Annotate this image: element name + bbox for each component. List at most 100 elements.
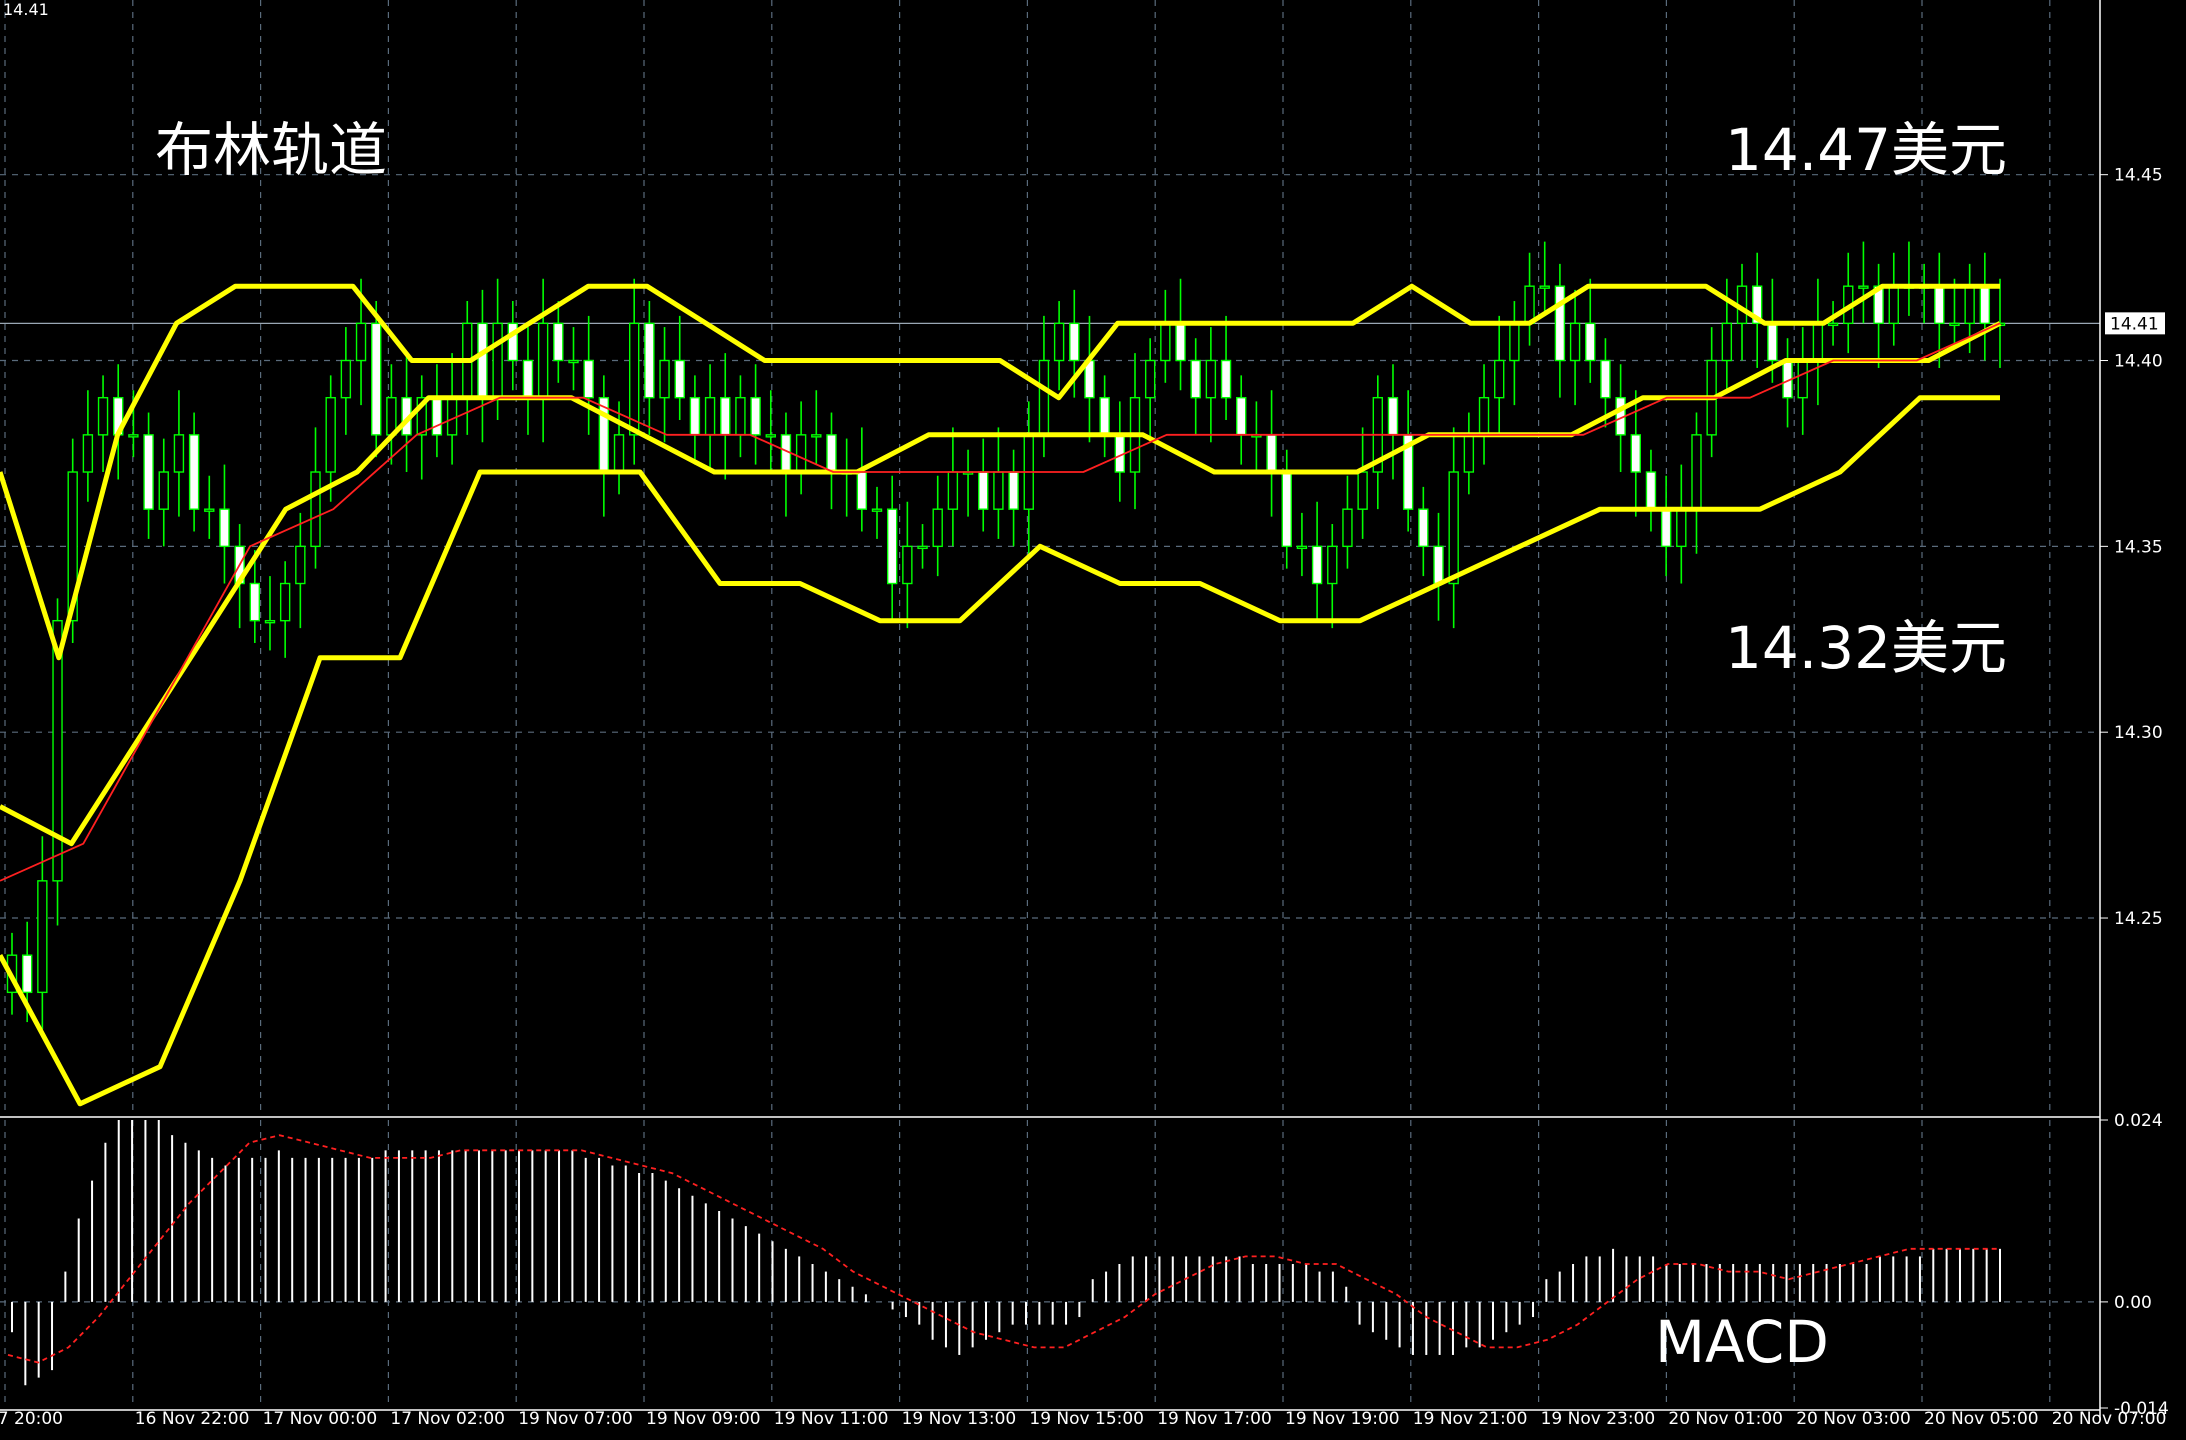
candle-body bbox=[264, 619, 276, 624]
chart-svg: 布林轨道 14.47美元 14.32美元 14.41 MACD 7 20:00 1… bbox=[0, 0, 2186, 1440]
candle-body bbox=[704, 396, 716, 436]
x-tick-label: 16 Nov 22:00 bbox=[135, 1409, 250, 1429]
candle-body bbox=[735, 396, 746, 436]
macd-y-tick-label: 0.024 bbox=[2114, 1111, 2163, 1131]
x-tick-label: 19 Nov 17:00 bbox=[1157, 1409, 1272, 1429]
candle-body bbox=[1387, 396, 1399, 436]
candle-body bbox=[537, 322, 549, 399]
y-tick-label: 14.35 bbox=[2114, 537, 2163, 557]
candle-body bbox=[1175, 322, 1186, 362]
x-tick-label: 19 Nov 21:00 bbox=[1413, 1409, 1528, 1429]
candle-body bbox=[871, 508, 883, 512]
candle-body bbox=[1266, 434, 1277, 473]
y-tick-label: 14.25 bbox=[2114, 909, 2163, 929]
top-left-price: 14.41 bbox=[3, 0, 49, 19]
x-tick-label: 19 Nov 09:00 bbox=[646, 1409, 761, 1429]
candle-body bbox=[1797, 359, 1808, 399]
candle-body bbox=[431, 396, 443, 436]
macd-y-tick-label: -0.014 bbox=[2114, 1399, 2169, 1419]
candle-body bbox=[765, 434, 776, 438]
candle-body bbox=[1827, 322, 1839, 327]
candle-body bbox=[371, 322, 382, 436]
candle-body bbox=[1357, 471, 1368, 510]
annotation-upper-price: 14.47美元 bbox=[1725, 116, 2007, 184]
candle-body bbox=[553, 322, 564, 362]
candle-body bbox=[340, 359, 352, 399]
candle-body bbox=[659, 359, 670, 399]
candle-body bbox=[522, 359, 534, 399]
candle-body bbox=[674, 359, 685, 399]
y-tick-label: 14.45 bbox=[2114, 166, 2163, 186]
candle-body bbox=[1236, 396, 1247, 436]
candle-body bbox=[1660, 508, 1672, 548]
candle-body bbox=[826, 434, 837, 473]
candle-body bbox=[856, 471, 868, 510]
candle-body bbox=[97, 396, 109, 436]
x-tick-label: 19 Nov 13:00 bbox=[902, 1409, 1017, 1429]
candle-body bbox=[1645, 471, 1657, 510]
x-tick-label: 17 Nov 02:00 bbox=[390, 1409, 505, 1429]
candle-body bbox=[1569, 322, 1581, 362]
candle-body bbox=[1630, 434, 1641, 473]
macd-y-tick-label: 0.00 bbox=[2114, 1293, 2152, 1313]
candle-body bbox=[1144, 359, 1156, 399]
candle-body bbox=[295, 545, 306, 585]
candle-body bbox=[978, 471, 989, 510]
candle-body bbox=[1494, 359, 1505, 399]
candle-body bbox=[689, 396, 701, 436]
candle-body bbox=[249, 582, 261, 622]
x-tick-label: 19 Nov 07:00 bbox=[518, 1409, 633, 1429]
candle-body bbox=[1433, 545, 1444, 585]
candle-body bbox=[128, 434, 139, 438]
candle-body bbox=[917, 545, 928, 550]
candle-body bbox=[932, 508, 943, 548]
candle-body bbox=[720, 396, 731, 436]
y-tick-label: 14.30 bbox=[2114, 723, 2163, 743]
y-tick-label: 14.40 bbox=[2114, 352, 2163, 372]
current-price-label: 14.41 bbox=[2110, 314, 2159, 334]
candle-body bbox=[568, 359, 579, 364]
candle-body bbox=[1509, 322, 1520, 362]
candle-body bbox=[1190, 359, 1201, 399]
candle-body bbox=[1858, 285, 1869, 289]
candle-body bbox=[446, 396, 458, 436]
candle-body bbox=[993, 471, 1004, 510]
candle-body bbox=[173, 434, 185, 473]
candle-body bbox=[902, 545, 913, 585]
candle-body bbox=[1478, 396, 1490, 436]
candle-body bbox=[1099, 396, 1110, 436]
candle-body bbox=[947, 471, 959, 510]
candle-body bbox=[1448, 471, 1459, 585]
candle-body bbox=[1069, 322, 1080, 362]
candle-body bbox=[1220, 359, 1232, 399]
candle-body bbox=[1979, 285, 1991, 325]
candle-body bbox=[1205, 359, 1217, 399]
candle-body bbox=[1296, 545, 1308, 550]
candle-body bbox=[492, 322, 503, 399]
candle-body bbox=[1053, 322, 1065, 362]
annotation-title: 布林轨道 bbox=[155, 116, 387, 184]
x-tick-label: 20 Nov 05:00 bbox=[1924, 1409, 2039, 1429]
candle-body bbox=[1554, 285, 1566, 362]
x-tick-label: 19 Nov 11:00 bbox=[774, 1409, 889, 1429]
candle-body bbox=[355, 322, 367, 362]
candle-body bbox=[1311, 545, 1323, 585]
candle-body bbox=[82, 434, 94, 473]
candle-body bbox=[1585, 322, 1596, 362]
annotation-lower-price: 14.32美元 bbox=[1725, 614, 2007, 682]
candle-body bbox=[143, 434, 154, 510]
candle-body bbox=[886, 508, 898, 585]
candle-body bbox=[644, 322, 655, 399]
candle-body bbox=[1342, 508, 1353, 548]
candle-body bbox=[780, 434, 792, 473]
x-tick-label: 7 20:00 bbox=[0, 1409, 63, 1429]
candle-body bbox=[1539, 285, 1550, 289]
candle-body bbox=[1934, 285, 1945, 325]
candle-body bbox=[325, 396, 336, 473]
chart-background bbox=[0, 0, 2186, 1440]
candle-body bbox=[386, 396, 397, 436]
candle-body bbox=[583, 359, 594, 399]
candle-body bbox=[811, 434, 822, 438]
candle-body bbox=[1600, 359, 1611, 399]
x-tick-label: 20 Nov 03:00 bbox=[1796, 1409, 1911, 1429]
